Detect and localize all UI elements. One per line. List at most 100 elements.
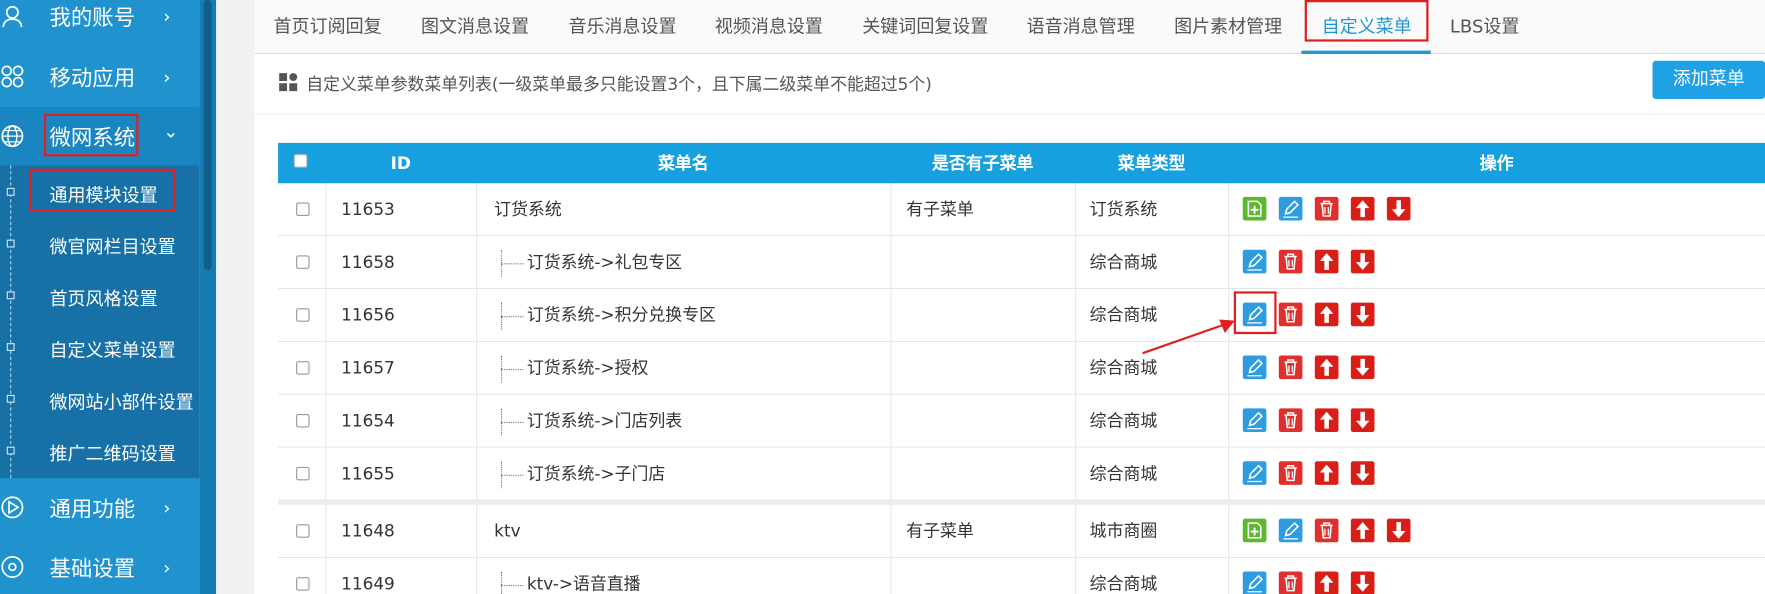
edit-button[interactable] bbox=[1242, 461, 1267, 485]
row-checkbox[interactable] bbox=[296, 524, 310, 538]
move-up-button[interactable] bbox=[1314, 249, 1339, 274]
move-down-button[interactable] bbox=[1386, 518, 1411, 543]
delete-button[interactable] bbox=[1314, 196, 1339, 221]
scrollbar-thumb[interactable] bbox=[203, 0, 212, 270]
sidebar-submenu: 通用模块设置 微官网栏目设置 首页风格设置 自定义菜单设置 微网站小部件设置 推… bbox=[0, 165, 200, 479]
sidebar-item-label: 通用功能 bbox=[49, 496, 136, 522]
chevron-down-icon: ⌄ bbox=[163, 120, 179, 142]
row-checkbox[interactable] bbox=[296, 202, 310, 216]
sidebar-scrollbar[interactable] bbox=[199, 0, 217, 594]
tab-video-message[interactable]: 视频消息设置 bbox=[715, 0, 823, 54]
tab-lbs-settings[interactable]: LBS设置 bbox=[1450, 0, 1520, 54]
move-up-button[interactable] bbox=[1314, 408, 1339, 432]
move-down-button[interactable] bbox=[1350, 249, 1375, 274]
column-divider bbox=[1228, 236, 1230, 290]
tab-keyword-reply[interactable]: 关键词回复设置 bbox=[862, 0, 988, 54]
grid-icon bbox=[279, 73, 298, 92]
tree-node-icon bbox=[6, 187, 15, 196]
move-down-button[interactable] bbox=[1350, 571, 1375, 594]
move-down-button[interactable] bbox=[1350, 408, 1375, 432]
sidebar-item-basic-settings[interactable]: 基础设置 › bbox=[0, 538, 199, 594]
edit-button[interactable] bbox=[1242, 408, 1267, 432]
delete-button[interactable] bbox=[1278, 461, 1303, 485]
row-checkbox[interactable] bbox=[296, 255, 310, 269]
tree-branch-icon bbox=[500, 236, 524, 289]
tab-music-message[interactable]: 音乐消息设置 bbox=[568, 0, 676, 54]
tab-home-reply[interactable]: 首页订阅回复 bbox=[274, 0, 382, 54]
sidebar-item-mobile-apps[interactable]: 移动应用 › bbox=[0, 47, 199, 106]
sidebar-item-label: 移动应用 bbox=[49, 65, 136, 91]
delete-button[interactable] bbox=[1278, 408, 1303, 432]
row-menu-name: 订货系统->礼包专区 bbox=[526, 252, 683, 273]
add-menu-button[interactable]: 添加菜单 bbox=[1652, 60, 1765, 99]
move-up-button[interactable] bbox=[1314, 355, 1339, 380]
move-up-button[interactable] bbox=[1350, 196, 1375, 221]
column-divider bbox=[1075, 183, 1077, 237]
column-divider bbox=[1075, 558, 1077, 594]
move-down-button[interactable] bbox=[1350, 355, 1375, 380]
edit-button[interactable] bbox=[1242, 249, 1267, 274]
tab-image-material[interactable]: 图片素材管理 bbox=[1174, 0, 1282, 54]
chevron-right-icon: › bbox=[163, 496, 171, 519]
add-submenu-button[interactable] bbox=[1242, 518, 1267, 543]
row-menu-name: 订货系统->积分兑换专区 bbox=[526, 304, 716, 326]
tree-branch-icon bbox=[500, 558, 524, 594]
col-menu-type: 菜单类型 bbox=[1117, 153, 1186, 174]
select-all-checkbox[interactable] bbox=[293, 154, 308, 168]
column-divider bbox=[325, 183, 327, 237]
edit-button[interactable] bbox=[1242, 355, 1267, 380]
delete-button[interactable] bbox=[1278, 571, 1303, 594]
row-checkbox[interactable] bbox=[296, 577, 310, 591]
sidebar-item-common-functions[interactable]: 通用功能 › bbox=[0, 478, 199, 537]
move-up-button[interactable] bbox=[1314, 302, 1339, 327]
tree-branch-icon bbox=[500, 395, 524, 448]
sidebar-sub-item-custom-menu[interactable]: 自定义菜单设置 bbox=[0, 321, 199, 373]
delete-button[interactable] bbox=[1314, 518, 1339, 543]
delete-button[interactable] bbox=[1278, 249, 1303, 274]
edit-button[interactable] bbox=[1278, 196, 1303, 221]
tab-voice-message[interactable]: 语音消息管理 bbox=[1027, 0, 1135, 54]
move-up-button[interactable] bbox=[1350, 518, 1375, 543]
tree-branch-icon bbox=[500, 448, 524, 501]
move-up-button[interactable] bbox=[1314, 461, 1339, 485]
chevron-right-icon: › bbox=[163, 65, 171, 88]
column-divider bbox=[325, 394, 327, 448]
table-row: 11657 订货系统->授权 综合商城 bbox=[278, 342, 1765, 395]
row-menu-name: 订货系统->授权 bbox=[526, 357, 649, 378]
row-menu-name: 订货系统 bbox=[494, 199, 562, 220]
sidebar-sub-item-label: 自定义菜单设置 bbox=[49, 339, 176, 362]
tree-node-icon bbox=[6, 446, 15, 455]
row-menu-type: 综合商城 bbox=[1089, 410, 1158, 431]
row-menu-type: 综合商城 bbox=[1089, 252, 1158, 273]
tree-branch-icon bbox=[500, 342, 524, 395]
sidebar-sub-item-home-style[interactable]: 首页风格设置 bbox=[0, 269, 199, 321]
edit-button[interactable] bbox=[1278, 518, 1303, 543]
tree-branch-icon bbox=[500, 289, 524, 342]
sidebar-sub-item-widgets[interactable]: 微网站小部件设置 bbox=[0, 372, 199, 424]
move-down-button[interactable] bbox=[1350, 302, 1375, 327]
row-id: 11653 bbox=[341, 199, 395, 220]
row-checkbox[interactable] bbox=[296, 466, 310, 481]
row-id: 11656 bbox=[341, 304, 395, 326]
column-divider bbox=[1075, 342, 1077, 395]
sidebar-item-account[interactable]: 我的账号 › bbox=[0, 0, 199, 45]
column-divider bbox=[1228, 447, 1230, 501]
sidebar-sub-item-site-columns[interactable]: 微官网栏目设置 bbox=[0, 217, 199, 269]
move-up-button[interactable] bbox=[1314, 571, 1339, 594]
sidebar-sub-item-qr-code[interactable]: 推广二维码设置 bbox=[0, 424, 199, 476]
delete-button[interactable] bbox=[1278, 302, 1303, 327]
row-menu-name: 订货系统->门店列表 bbox=[526, 410, 683, 431]
row-checkbox[interactable] bbox=[296, 414, 310, 428]
row-checkbox[interactable] bbox=[296, 361, 310, 375]
tab-news-message[interactable]: 图文消息设置 bbox=[421, 0, 529, 54]
delete-button[interactable] bbox=[1278, 355, 1303, 380]
column-divider bbox=[890, 447, 892, 501]
tree-node-icon bbox=[6, 291, 15, 300]
row-id: 11648 bbox=[341, 520, 395, 542]
row-checkbox[interactable] bbox=[296, 308, 310, 322]
move-down-button[interactable] bbox=[1386, 196, 1411, 221]
col-name: 菜单名 bbox=[657, 153, 709, 174]
add-submenu-button[interactable] bbox=[1242, 196, 1267, 221]
move-down-button[interactable] bbox=[1350, 461, 1375, 485]
edit-button[interactable] bbox=[1242, 571, 1267, 594]
